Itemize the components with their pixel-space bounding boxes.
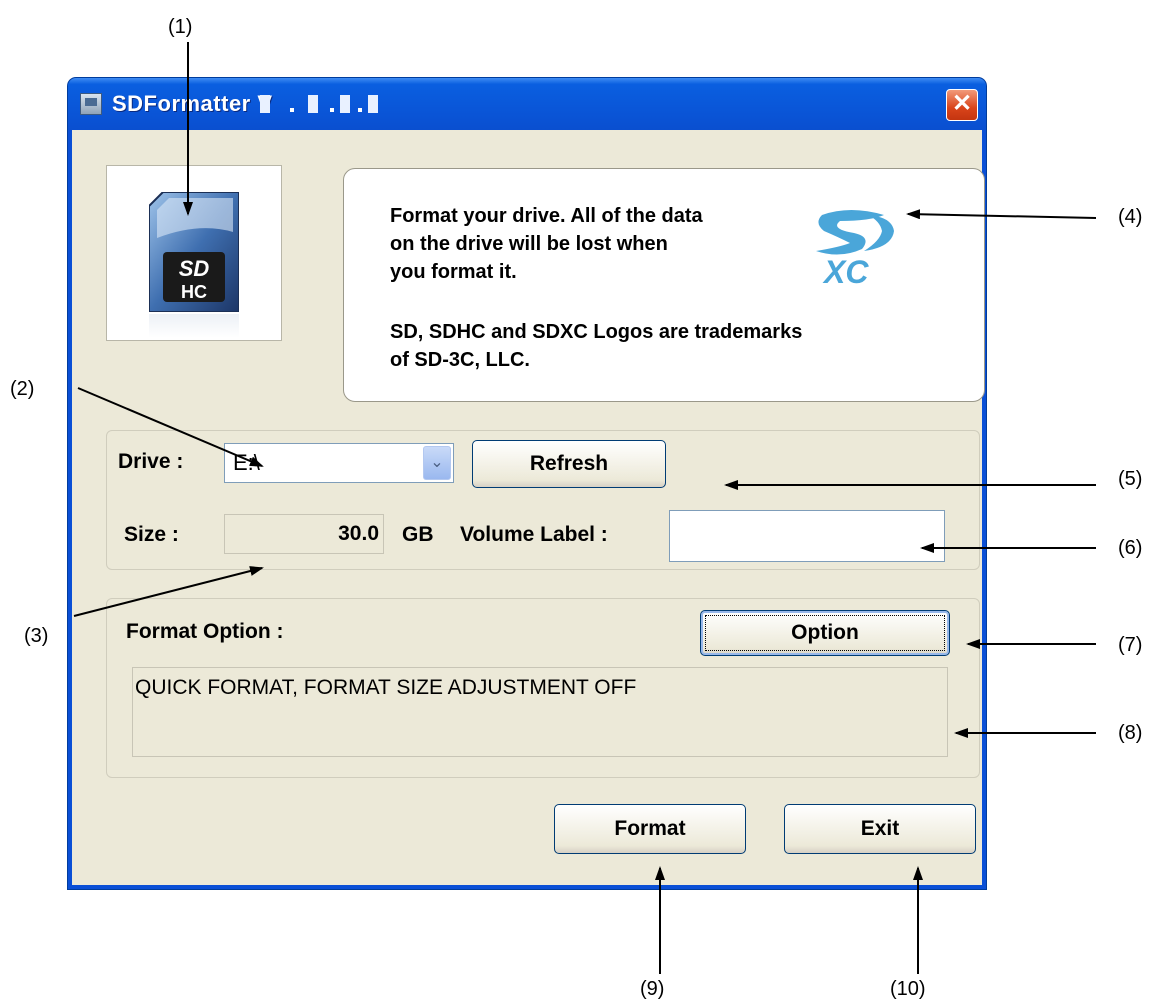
callout-9: (9) [640,978,665,1000]
drive-label: Drive : [118,450,184,473]
window-title: SDFormatter V [112,91,273,116]
sdformatter-window: SDFormatter V ✕ SD HC Format your drive.… [68,78,986,889]
callout-1: (1) [168,16,193,38]
callout-3: (3) [24,625,49,647]
svg-text:XC: XC [822,254,869,289]
version-redaction [368,95,378,113]
exit-button[interactable]: Exit [784,804,976,854]
info-text-line: Format your drive. All of the data [390,205,703,227]
version-dot [290,108,294,112]
callout-2: (2) [10,378,35,400]
option-button[interactable]: Option [700,610,950,656]
dialog-client-area: SD HC Format your drive. All of the data… [72,130,985,885]
size-field: 30.0 [224,514,384,554]
app-icon [80,93,102,115]
drive-value: E:\ [233,450,260,475]
format-button[interactable]: Format [554,804,746,854]
callout-5: (5) [1118,468,1143,490]
sdxc-logo: XC [816,210,894,289]
close-button[interactable]: ✕ [946,89,978,121]
card-reflection [149,314,239,338]
size-unit: GB [402,523,434,546]
info-text-line: you format it. [390,261,517,283]
format-option-display: QUICK FORMAT, FORMAT SIZE ADJUSTMENT OFF [132,667,948,757]
sd-card-icon: SD HC [149,192,239,312]
info-text-line: SD, SDHC and SDXC Logos are trademarks [390,321,803,343]
version-redaction [260,95,270,113]
version-redaction [308,95,318,113]
info-text-line: on the drive will be lost when [390,233,668,255]
volume-label-input[interactable] [669,510,945,562]
format-option-text: QUICK FORMAT, FORMAT SIZE ADJUSTMENT OFF [135,676,637,699]
callout-7: (7) [1118,634,1143,656]
version-redaction [340,95,350,113]
svg-text:HC: HC [181,282,207,302]
info-text-line: of SD-3C, LLC. [390,349,530,371]
callout-8: (8) [1118,722,1143,744]
version-dot [358,108,362,112]
callout-10: (10) [890,978,926,1000]
svg-text:SD: SD [179,256,210,281]
version-dot [330,108,334,112]
size-label: Size : [124,523,179,546]
drive-select[interactable]: E:\ ⌄ [224,443,454,483]
info-panel: Format your drive. All of the data on th… [343,168,985,402]
callout-4: (4) [1118,206,1143,228]
format-option-label: Format Option : [126,620,284,643]
sd-card-image: SD HC [106,165,282,341]
size-value: 30.0 [338,522,379,545]
callout-6: (6) [1118,537,1143,559]
title-bar[interactable]: SDFormatter V ✕ [68,78,986,130]
volume-label-caption: Volume Label : [460,523,608,546]
refresh-button[interactable]: Refresh [472,440,666,488]
chevron-down-icon[interactable]: ⌄ [423,446,451,480]
